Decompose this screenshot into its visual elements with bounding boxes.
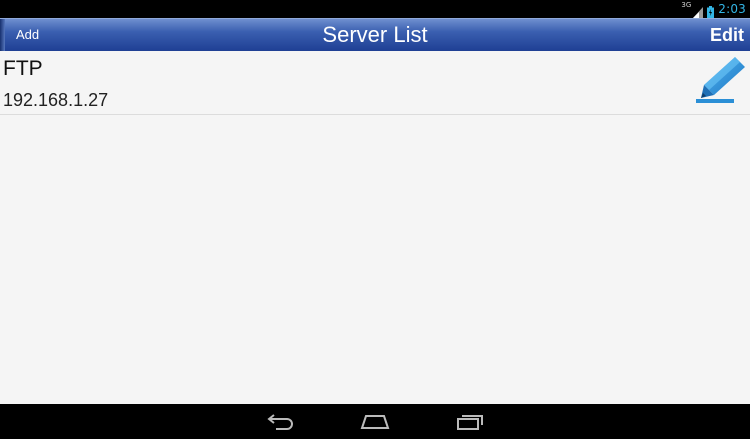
title-bar: Server List Add Edit	[0, 18, 750, 51]
signal-icon	[693, 3, 704, 18]
network-type: 3G	[681, 0, 692, 9]
clock: 2:03	[718, 2, 746, 16]
recents-icon[interactable]	[455, 410, 485, 432]
server-address: 192.168.1.27	[3, 90, 109, 110]
back-icon[interactable]	[266, 410, 296, 432]
status-bar: 3G 2:03	[0, 0, 750, 18]
edit-button[interactable]: Edit	[710, 19, 744, 51]
navigation-bar	[0, 404, 750, 439]
server-name: FTP	[3, 57, 43, 80]
status-icons: 3G 2:03	[681, 0, 746, 18]
pencil-icon[interactable]	[694, 55, 748, 105]
page-title: Server List	[322, 22, 428, 47]
server-list-item[interactable]: FTP 192.168.1.27	[0, 51, 750, 115]
add-button[interactable]: Add	[16, 19, 39, 51]
home-icon[interactable]	[360, 410, 390, 432]
screen: 3G 2:03 Server List Add Edit FTP 192.168…	[0, 0, 750, 439]
battery-icon	[707, 3, 715, 18]
server-list: FTP 192.168.1.27	[0, 51, 750, 404]
